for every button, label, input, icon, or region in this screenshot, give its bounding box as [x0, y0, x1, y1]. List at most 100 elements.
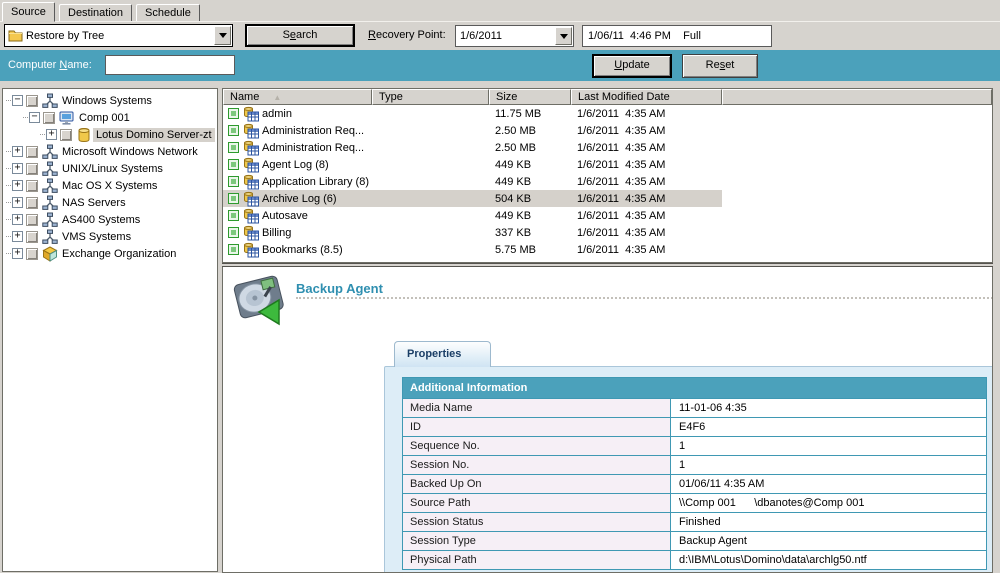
tree-item-label[interactable]: AS400 Systems [59, 213, 143, 227]
properties-panel: Additional Information Media Name11-01-0… [384, 366, 993, 573]
property-label: Source Path [403, 494, 671, 512]
tree-item-label[interactable]: NAS Servers [59, 196, 129, 210]
tree-item[interactable]: − Comp 001 [3, 109, 217, 126]
tree-item-label[interactable]: Mac OS X Systems [59, 179, 160, 193]
tree-item-label[interactable]: Comp 001 [76, 111, 133, 125]
network-icon [41, 195, 58, 211]
file-name: Administration Req... [262, 125, 364, 137]
file-checkbox[interactable] [228, 142, 239, 153]
column-header-last-modified-date[interactable]: Last Modified Date [571, 89, 722, 105]
file-checkbox[interactable] [228, 210, 239, 221]
file-checkbox[interactable] [228, 108, 239, 119]
reset-button[interactable]: Reset [682, 54, 758, 78]
tree-checkbox[interactable] [26, 95, 38, 107]
network-icon [41, 161, 58, 177]
table-row[interactable]: Bookmarks (8.5)5.75 MB1/6/2011 4:35 AM [223, 241, 722, 258]
tree-item[interactable]: + AS400 Systems [3, 211, 217, 228]
tree-item-label[interactable]: Windows Systems [59, 94, 155, 108]
property-label: Session Type [403, 532, 671, 550]
tree-checkbox[interactable] [26, 231, 38, 243]
tree-item-label[interactable]: Exchange Organization [59, 247, 179, 261]
tree-item[interactable]: + Microsoft Windows Network [3, 143, 217, 160]
collapse-toggle-icon[interactable]: − [29, 112, 40, 123]
network-icon [41, 178, 58, 194]
collapse-toggle-icon[interactable]: − [12, 95, 23, 106]
file-modified-cell: 1/6/2011 4:35 AM [571, 193, 722, 205]
tree-checkbox[interactable] [26, 197, 38, 209]
update-button[interactable]: Update [592, 54, 672, 78]
tree-item-label[interactable]: Lotus Domino Server-zt [93, 128, 215, 142]
tree-checkbox[interactable] [26, 180, 38, 192]
expand-toggle-icon[interactable]: + [12, 214, 23, 225]
tree-item-label[interactable]: VMS Systems [59, 230, 134, 244]
file-checkbox[interactable] [228, 227, 239, 238]
tree-checkbox[interactable] [26, 248, 38, 260]
file-size-cell: 2.50 MB [489, 125, 571, 137]
expand-toggle-icon[interactable]: + [12, 180, 23, 191]
database-file-icon [243, 174, 259, 190]
recovery-detail-field[interactable]: 1/06/11 4:46 PM Full [582, 25, 772, 47]
tree-item-label[interactable]: Microsoft Windows Network [59, 145, 201, 159]
tab-schedule[interactable]: Schedule [136, 4, 200, 22]
tree-checkbox[interactable] [43, 112, 55, 124]
tab-properties[interactable]: Properties [394, 341, 491, 367]
recovery-point-label: Recovery Point: [368, 29, 446, 41]
tree-item[interactable]: + Exchange Organization [3, 245, 217, 262]
file-checkbox[interactable] [228, 125, 239, 136]
property-label: ID [403, 418, 671, 436]
table-row[interactable]: Archive Log (6)504 KB1/6/2011 4:35 AM [223, 190, 722, 207]
expand-toggle-icon[interactable]: + [12, 248, 23, 259]
tree-item-label[interactable]: UNIX/Linux Systems [59, 162, 166, 176]
tree-item[interactable]: + VMS Systems [3, 228, 217, 245]
table-row[interactable]: Autosave449 KB1/6/2011 4:35 AM [223, 207, 722, 224]
table-row[interactable]: admin11.75 MB1/6/2011 4:35 AM [223, 105, 722, 122]
expand-toggle-icon[interactable]: + [12, 163, 23, 174]
computer-name-input[interactable] [105, 55, 235, 75]
expand-toggle-icon[interactable]: + [46, 129, 57, 140]
details-rule [296, 297, 993, 299]
file-checkbox[interactable] [228, 193, 239, 204]
property-value: d:\IBM\Lotus\Domino\data\archlg50.ntf [671, 551, 986, 569]
tree-checkbox[interactable] [26, 214, 38, 226]
tree-item[interactable]: + Mac OS X Systems [3, 177, 217, 194]
restore-mode-combobox[interactable]: Restore by Tree [4, 24, 233, 47]
tree-checkbox[interactable] [60, 129, 72, 141]
table-row[interactable]: Agent Log (8)449 KB1/6/2011 4:35 AM [223, 156, 722, 173]
property-value: 11-01-06 4:35 [671, 399, 986, 417]
table-row[interactable]: Administration Req...2.50 MB1/6/2011 4:3… [223, 139, 722, 156]
tree-checkbox[interactable] [26, 146, 38, 158]
file-modified-cell: 1/6/2011 4:35 AM [571, 159, 722, 171]
tree-checkbox[interactable] [26, 163, 38, 175]
file-name: Administration Req... [262, 142, 364, 154]
tab-destination[interactable]: Destination [59, 4, 132, 22]
column-header-size[interactable]: Size [489, 89, 571, 105]
expand-toggle-icon[interactable]: + [12, 231, 23, 242]
table-row[interactable]: Application Library (8)449 KB1/6/2011 4:… [223, 173, 722, 190]
tree-connector [23, 117, 28, 118]
chevron-down-icon[interactable] [555, 27, 572, 45]
file-modified-cell: 1/6/2011 4:35 AM [571, 108, 722, 120]
table-row[interactable]: Administration Req...2.50 MB1/6/2011 4:3… [223, 122, 722, 139]
tab-source[interactable]: Source [2, 2, 55, 22]
chevron-down-icon[interactable] [214, 26, 231, 45]
tree-item[interactable]: + UNIX/Linux Systems [3, 160, 217, 177]
column-header-type[interactable]: Type [372, 89, 489, 105]
computer-name-label: Computer Name: [8, 59, 92, 71]
file-checkbox[interactable] [228, 244, 239, 255]
column-header-name[interactable]: Name▲ [223, 89, 372, 105]
file-checkbox[interactable] [228, 176, 239, 187]
tree-item[interactable]: − Windows Systems [3, 92, 217, 109]
search-button[interactable]: Search [245, 24, 355, 47]
recovery-point-combobox[interactable]: 1/6/2011 [455, 25, 574, 47]
tree-item[interactable]: + NAS Servers [3, 194, 217, 211]
expand-toggle-icon[interactable]: + [12, 197, 23, 208]
property-row: Media Name11-01-06 4:35 [403, 398, 986, 417]
file-list-body: admin11.75 MB1/6/2011 4:35 AM Administrat… [223, 105, 992, 258]
expand-toggle-icon[interactable]: + [12, 146, 23, 157]
tree-connector [6, 185, 11, 186]
tree-item[interactable]: + Lotus Domino Server-zt [3, 126, 217, 143]
table-row[interactable]: Billing337 KB1/6/2011 4:35 AM [223, 224, 722, 241]
file-name: Archive Log (6) [262, 193, 337, 205]
property-value: \\Comp 001 \dbanotes@Comp 001 [671, 494, 986, 512]
file-checkbox[interactable] [228, 159, 239, 170]
